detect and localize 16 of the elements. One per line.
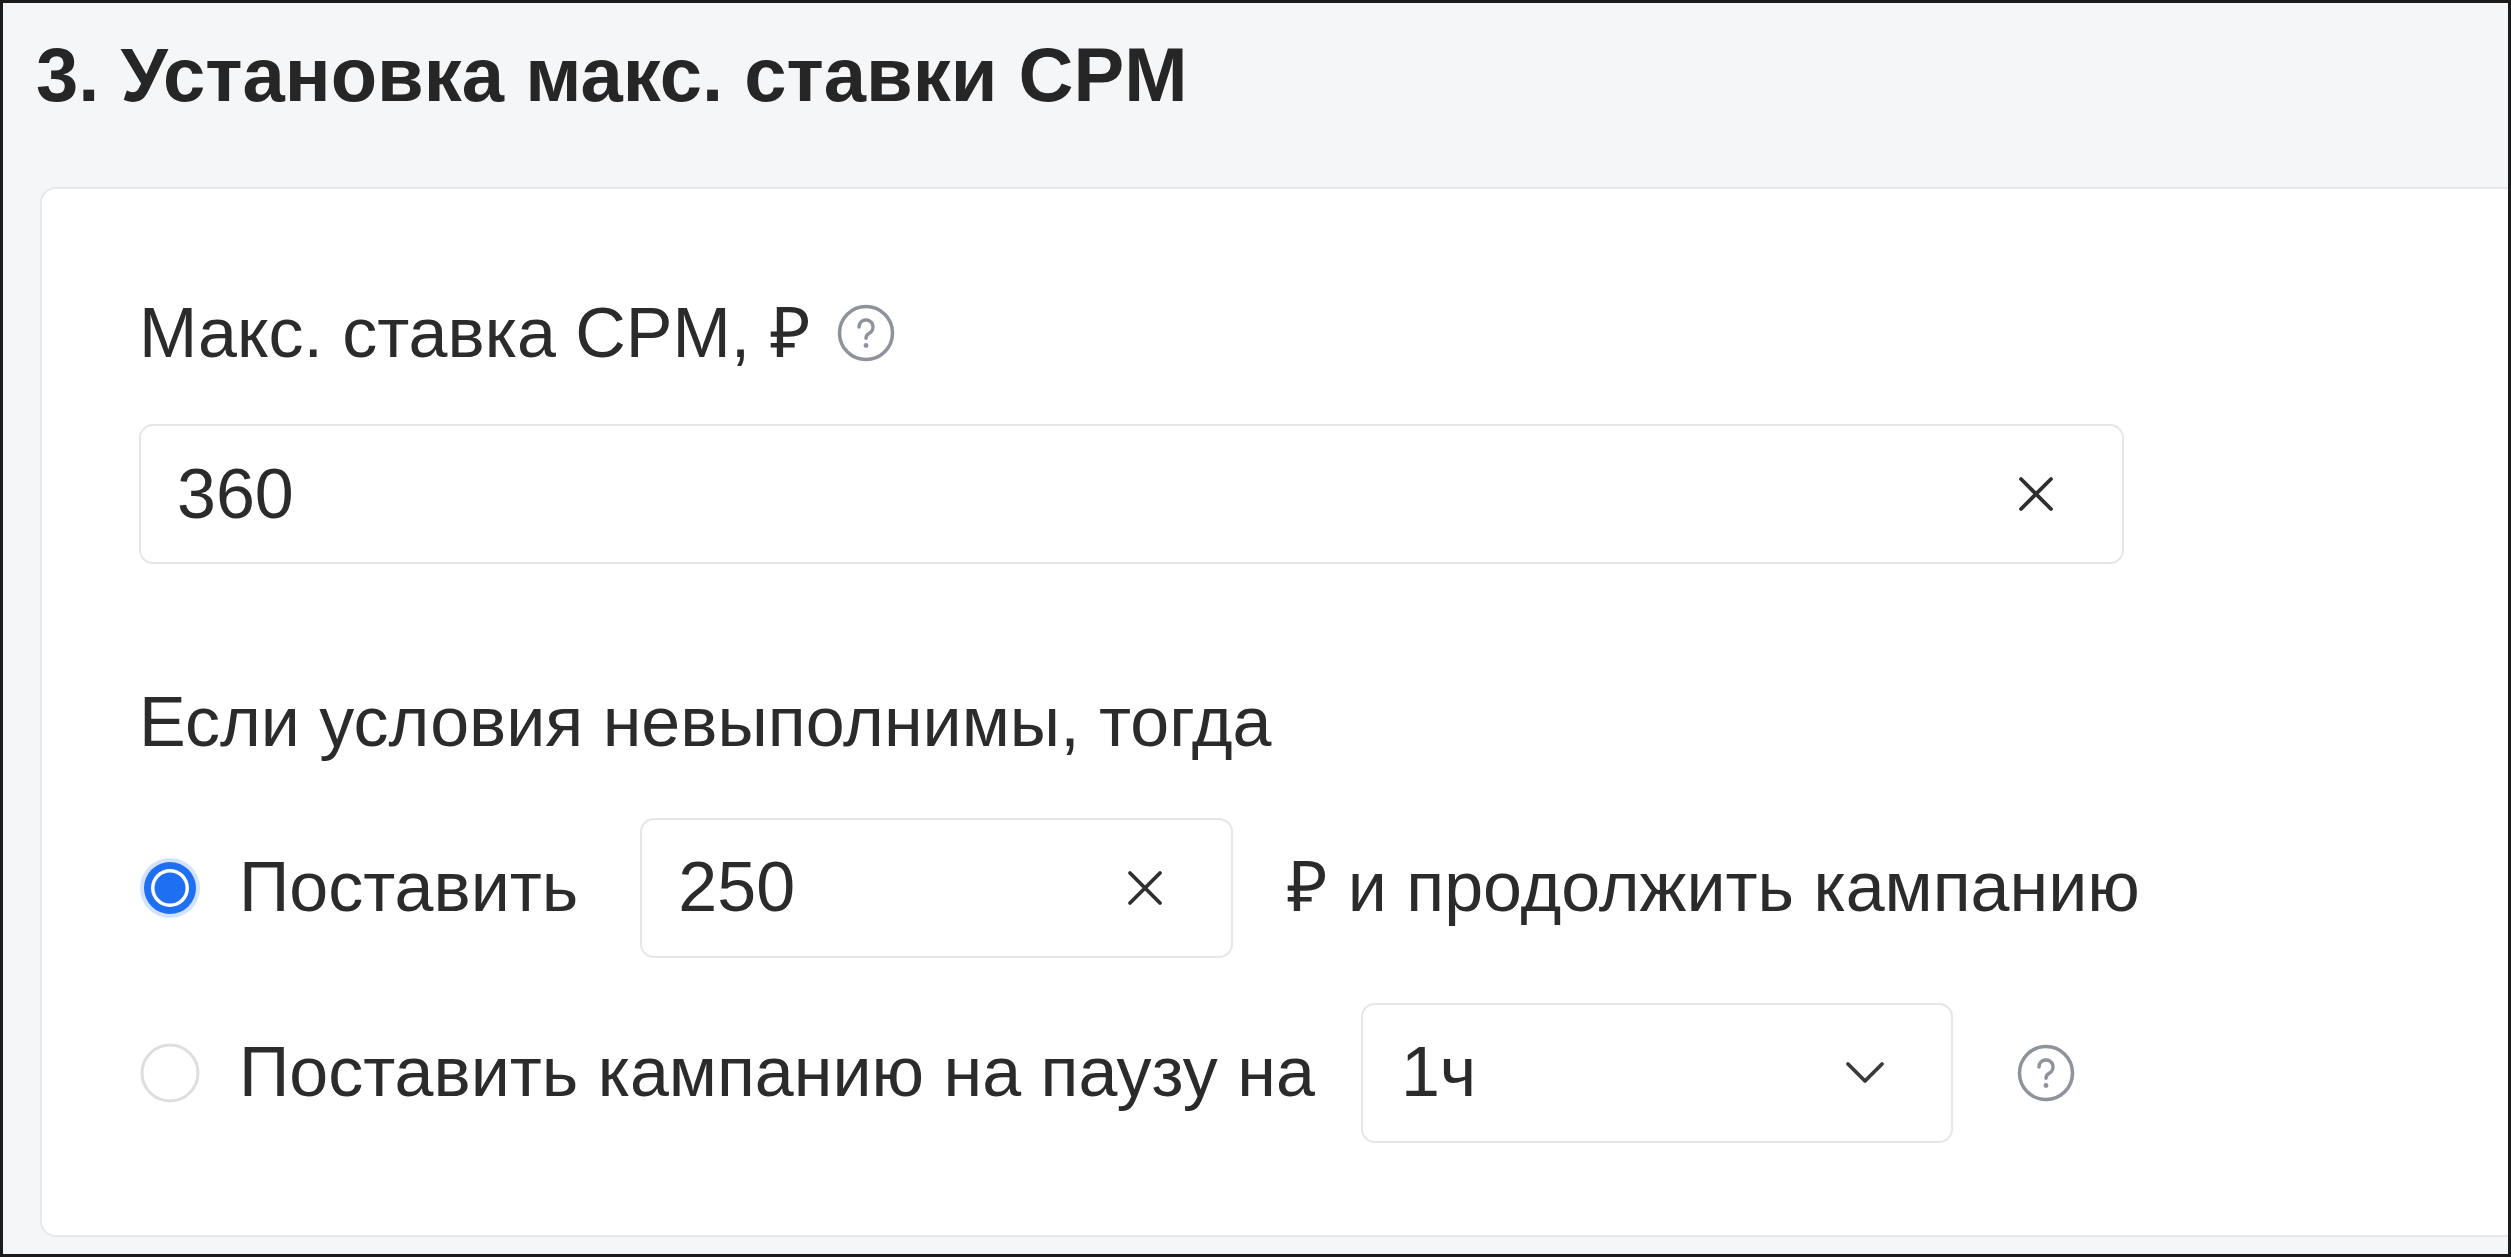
field-label: Макс. ставка CPM, ₽ — [139, 292, 811, 374]
clear-icon[interactable] — [1127, 869, 1164, 906]
radio-button[interactable] — [139, 1041, 201, 1104]
chevron-down-icon[interactable] — [1844, 1060, 1885, 1085]
help-icon[interactable] — [2016, 1043, 2075, 1102]
radio-label[interactable]: Поставить кампанию на паузу на — [239, 1032, 1315, 1113]
radio-button[interactable] — [139, 856, 201, 919]
radio-label[interactable]: Поставить — [239, 847, 579, 928]
suffix-text: ₽ и продолжить кампанию — [1287, 847, 2140, 928]
amount-input-field[interactable]: 250 — [640, 817, 1234, 958]
clear-icon[interactable] — [2018, 476, 2054, 512]
bid-input-field[interactable]: 360 — [139, 424, 2124, 564]
duration-select[interactable]: 1ч — [1360, 1002, 1953, 1143]
section-title: 3. Установка макс. ставки CPM — [36, 31, 1188, 119]
condition-label: Если условия невыполнимы, тогда — [139, 682, 1272, 763]
help-icon[interactable] — [836, 304, 895, 362]
